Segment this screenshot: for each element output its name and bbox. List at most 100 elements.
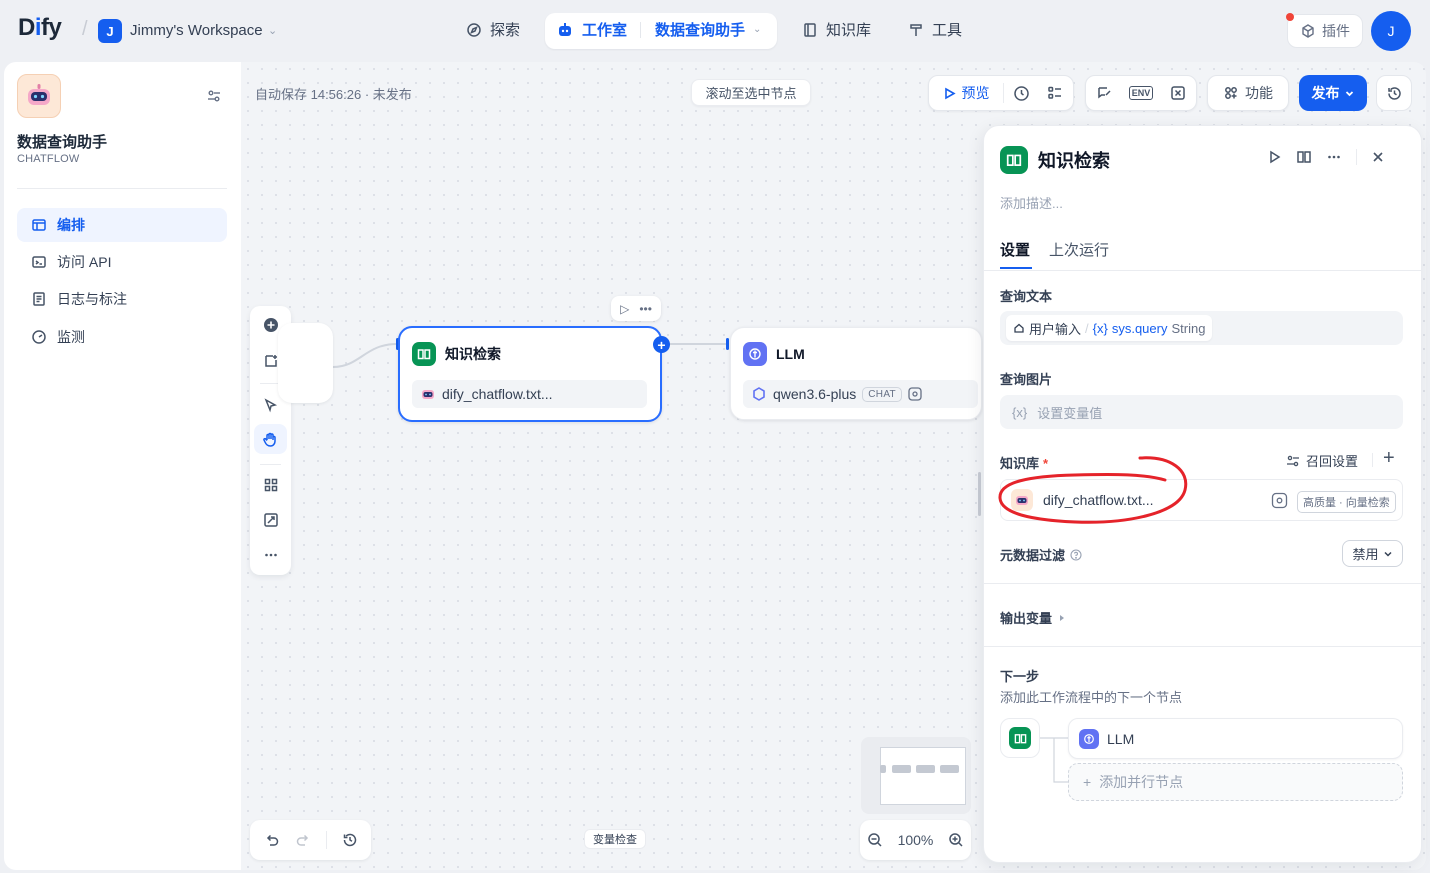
zoom-in-icon[interactable] xyxy=(948,832,964,848)
chat-variables-button[interactable] xyxy=(1086,75,1123,111)
tab-last-run[interactable]: 上次运行 xyxy=(1049,239,1109,260)
next-step-desc: 添加此工作流程中的下一个节点 xyxy=(1000,690,1183,705)
minimap[interactable] xyxy=(861,737,971,814)
run-history-button[interactable] xyxy=(1004,75,1038,111)
description-input[interactable]: 添加描述... xyxy=(1000,193,1063,212)
checklist-button[interactable] xyxy=(1038,75,1072,111)
next-node-llm[interactable]: LLM xyxy=(1068,718,1403,759)
user-avatar[interactable]: J xyxy=(1371,11,1411,51)
publish-button[interactable]: 发布 xyxy=(1299,75,1367,111)
query-variable: sys.query xyxy=(1111,320,1168,336)
query-image-field[interactable]: {x} 设置变量值 xyxy=(1000,395,1403,429)
history-icon[interactable] xyxy=(342,832,358,848)
query-type: String xyxy=(1171,320,1206,336)
panel-resize-handle[interactable] xyxy=(978,472,981,516)
undo-icon[interactable] xyxy=(264,832,280,848)
add-next-node-button[interactable]: + xyxy=(653,336,670,353)
sliders-icon xyxy=(1287,455,1299,466)
recall-settings-button[interactable]: 召回设置 xyxy=(1286,451,1358,470)
query-text-field[interactable]: 用户输入 / {x} sys.query String xyxy=(1000,311,1403,345)
output-vars-label: 输出变量 xyxy=(1000,611,1053,626)
tab-underline xyxy=(1000,267,1032,269)
version-history-button[interactable] xyxy=(1376,75,1412,111)
global-variables-button[interactable] xyxy=(1159,75,1196,111)
more-horizontal-icon[interactable]: ••• xyxy=(639,302,652,316)
node-title: 知识检索 xyxy=(445,346,501,362)
minimap-node xyxy=(916,765,935,773)
chevron-down-icon xyxy=(1345,90,1353,96)
query-image-label: 查询图片 xyxy=(1000,372,1053,387)
book-icon[interactable] xyxy=(1296,149,1312,165)
close-icon[interactable] xyxy=(1371,150,1385,164)
maximize-button[interactable] xyxy=(254,505,287,535)
output-vars-toggle[interactable]: 输出变量 xyxy=(1000,608,1066,627)
redo-icon[interactable] xyxy=(295,832,311,848)
node-title: LLM xyxy=(776,346,805,362)
dataset-chip: dify_chatflow.txt... xyxy=(412,380,647,408)
chat-edit-icon xyxy=(1098,86,1111,99)
run-node-icon[interactable]: ▷ xyxy=(620,302,629,316)
more-horizontal-icon xyxy=(264,553,277,557)
query-variable-chip[interactable]: 用户输入 / {x} sys.query String xyxy=(1006,315,1213,341)
config-toolbar: ENV xyxy=(1085,75,1197,111)
more-horizontal-icon[interactable] xyxy=(1326,149,1342,165)
tab-settings[interactable]: 设置 xyxy=(1000,239,1030,260)
llm-icon xyxy=(743,342,767,366)
env-button[interactable]: ENV xyxy=(1123,75,1160,111)
next-connector xyxy=(1040,737,1068,783)
minimap-node xyxy=(892,765,911,773)
dataset-robot-icon xyxy=(422,390,434,399)
query-image-placeholder: 设置变量值 xyxy=(1037,405,1103,421)
add-knowledge-button[interactable]: + xyxy=(1383,448,1395,468)
minimap-node xyxy=(940,765,959,773)
book-open-icon xyxy=(1009,727,1031,749)
add-parallel-node-button[interactable]: + 添加并行节点 xyxy=(1068,763,1403,801)
edges-layer xyxy=(330,338,729,372)
publish-label: 发布 xyxy=(1311,85,1340,101)
notification-dot xyxy=(1286,13,1294,21)
plugins-label: 插件 xyxy=(1322,23,1350,39)
plugins-button[interactable]: 插件 xyxy=(1287,14,1363,48)
history-icon xyxy=(1387,86,1401,100)
llm-node[interactable]: LLM qwen3.6-plus CHAT xyxy=(730,327,982,420)
history-divider xyxy=(325,831,327,849)
expand-icon xyxy=(263,513,278,527)
panel-title[interactable]: 知识检索 xyxy=(1038,147,1110,173)
query-source: 用户输入 xyxy=(1029,321,1082,337)
minimap-viewport xyxy=(880,747,966,805)
knowledge-settings-icon[interactable] xyxy=(1271,492,1288,509)
features-inner: 功能 xyxy=(1208,75,1288,111)
book-open-icon xyxy=(1000,146,1028,174)
variable-inspect-button[interactable]: 变量检查 xyxy=(584,829,646,849)
features-label: 功能 xyxy=(1245,85,1273,101)
clock-play-icon xyxy=(1013,85,1029,101)
play-icon[interactable] xyxy=(1268,150,1282,164)
features-button[interactable]: 功能 xyxy=(1207,75,1289,111)
llm-icon xyxy=(1079,728,1099,749)
panel-divider xyxy=(984,270,1421,271)
zoom-out-icon[interactable] xyxy=(867,832,883,848)
knowledge-retrieval-node[interactable]: 知识检索 dify_chatflow.txt... xyxy=(398,326,662,422)
dataset-name: dify_chatflow.txt... xyxy=(442,386,553,402)
more-options-button[interactable] xyxy=(254,540,287,570)
history-controls xyxy=(250,820,371,860)
edge-start-kr xyxy=(332,343,398,368)
start-node[interactable] xyxy=(278,323,333,403)
plus-icon: + xyxy=(1083,774,1092,790)
model-chip: qwen3.6-plus CHAT xyxy=(743,380,978,408)
red-annotation-circle xyxy=(998,456,1188,524)
next-step-label: 下一步 xyxy=(1000,669,1040,684)
metadata-filter-select[interactable]: 禁用 xyxy=(1342,540,1403,567)
actions-divider xyxy=(1356,149,1357,165)
variable-box-icon xyxy=(1170,86,1185,100)
chevron-down-icon xyxy=(1383,551,1392,557)
node-header: 知识检索 xyxy=(412,342,501,366)
add-parallel-label: 添加并行节点 xyxy=(1099,774,1184,790)
panel-header: 知识检索 xyxy=(1000,146,1110,174)
cube-icon xyxy=(1302,24,1314,38)
retrieval-tag: 高质量 · 向量检索 xyxy=(1297,491,1396,513)
checklist-icon xyxy=(1048,86,1061,99)
kb-actions-divider xyxy=(1372,453,1373,467)
metadata-filter-value: 禁用 xyxy=(1352,547,1379,562)
zoom-level[interactable]: 100% xyxy=(898,832,934,848)
